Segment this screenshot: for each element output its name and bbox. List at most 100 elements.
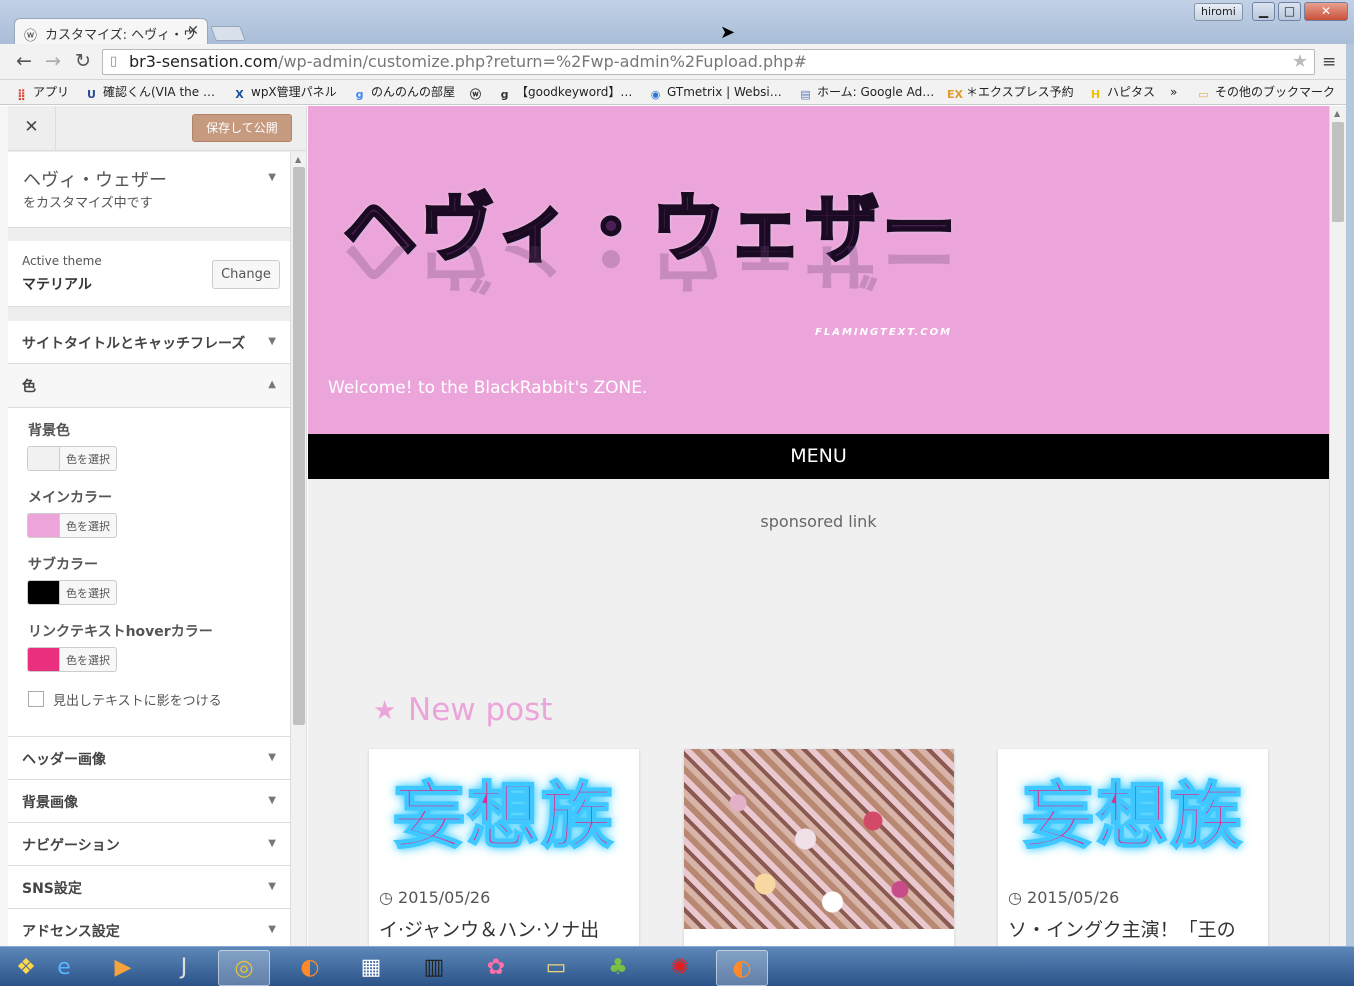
post-title[interactable]: イ·ジャンウ＆ハン·ソナ出	[379, 915, 599, 942]
forward-arrow-icon[interactable]: →	[42, 50, 64, 72]
page-icon: ▯	[110, 54, 118, 69]
media-player-icon[interactable]: ▶	[97, 950, 149, 986]
chrome-menu-icon[interactable]: ≡	[1322, 52, 1336, 72]
bookmark-item[interactable]: ⓦ	[468, 83, 487, 102]
close-tab-icon[interactable]: ✕	[187, 23, 199, 39]
logo-watermark: FLAMINGTEXT.COM	[815, 327, 953, 338]
bookmark-item[interactable]: H ハピタス	[1088, 83, 1155, 102]
customizer-sidebar: ✕ 保存して公開 ヘヴィ・ウェザー をカスタマイズ中です ▼ Active th…	[0, 106, 307, 946]
site-header: ヘヴィ・ウェザー ヘヴィ・ウェザー FLAMINGTEXT.COM Welcom…	[308, 106, 1329, 434]
theme-name: マテリアル	[22, 277, 92, 293]
site-tagline: Welcome! to the BlackRabbit's ZONE.	[328, 378, 648, 398]
menu-bar[interactable]: MENU	[308, 434, 1329, 479]
bookmark-label: その他のブックマーク	[1215, 85, 1336, 99]
minimize-button[interactable]: ▁	[1252, 2, 1275, 21]
scroll-up-icon[interactable]: ▲	[295, 155, 301, 164]
color-control-label: メインカラー	[28, 490, 112, 506]
reload-icon[interactable]: ↻	[72, 50, 94, 72]
sub-color-picker[interactable]: 色を選択	[27, 580, 117, 605]
window-close-button[interactable]: ✕	[1304, 2, 1348, 21]
section-label: ヘッダー画像	[22, 752, 106, 768]
maximize-button[interactable]: □	[1278, 2, 1301, 21]
chevron-down-icon: ▼	[268, 752, 276, 763]
bookmark-label: wpX管理パネル	[251, 85, 337, 99]
calendar-321-icon[interactable]: ▦	[345, 950, 397, 986]
preview-scrollbar[interactable]: ▲	[1329, 106, 1346, 946]
main-color-picker[interactable]: 色を選択	[27, 513, 117, 538]
theme-section: Active theme マテリアル Change	[8, 241, 290, 307]
firefox-icon[interactable]: ◐	[284, 950, 336, 986]
internet-explorer-icon[interactable]: e	[38, 950, 90, 986]
post-title[interactable]: ソ・イングク主演！「王の	[1008, 915, 1236, 942]
color-control-label: リンクテキストhoverカラー	[28, 624, 213, 640]
bookmark-item[interactable]: ◉ GTmetrix | Websi…	[648, 83, 782, 102]
section-navigation[interactable]: ナビゲーション ▼	[8, 823, 290, 866]
change-theme-button[interactable]: Change	[212, 260, 280, 289]
post-card[interactable]	[684, 749, 954, 946]
bookmark-item[interactable]: g のんのんの部屋	[352, 83, 455, 102]
address-bar[interactable]: ▯ br3-sensation.com/wp-admin/customize.p…	[102, 49, 1315, 75]
j-app-icon[interactable]: J	[158, 950, 210, 986]
link-hover-color-picker[interactable]: 色を選択	[27, 647, 117, 672]
section-label: サイトタイトルとキャッチフレーズ	[22, 336, 246, 352]
bookmark-item[interactable]: EX ＊エクスプレス予約	[947, 83, 1074, 102]
bookmark-star-icon[interactable]: ★	[1292, 51, 1308, 72]
scroll-up-icon[interactable]: ▲	[1334, 109, 1340, 118]
bookmark-item[interactable]: ▭ その他のブックマーク	[1196, 83, 1335, 102]
post-card[interactable]: 妄想族 FLAMINGTEXT.COM ◷ 2015/05/26 ソ・イングク主…	[998, 749, 1268, 946]
clock-icon: ◷	[379, 888, 399, 907]
bookmark-label: GTmetrix | Websi…	[667, 85, 782, 99]
post-thumbnail-text: 妄想族	[392, 773, 615, 859]
bookmark-label: のんのんの部屋	[371, 85, 456, 99]
pineapple-icon[interactable]: ♣	[592, 950, 644, 986]
scrollbar-thumb[interactable]	[1332, 122, 1344, 222]
close-customizer-icon[interactable]: ✕	[8, 106, 56, 151]
heading-shadow-checkbox[interactable]	[28, 691, 44, 707]
scrollbar-thumb[interactable]	[293, 167, 305, 725]
browser-tab[interactable]: ⓦ カスタマイズ: ヘヴィ・ウ ✕	[14, 18, 208, 45]
section-header-image[interactable]: ヘッダー画像 ▼	[8, 737, 290, 780]
save-and-publish-button[interactable]: 保存して公開	[192, 114, 292, 142]
bookmark-item[interactable]: U 確認くん(VIA the …	[84, 83, 215, 102]
section-colors-header[interactable]: 色 ▲	[8, 364, 290, 408]
file-explorer-icon[interactable]: ▭	[530, 950, 582, 986]
picasa-icon[interactable]: ✿	[470, 950, 522, 986]
color-swatch	[28, 447, 60, 470]
browser-toolbar: ← → ↻ ▯ br3-sensation.com/wp-admin/custo…	[0, 44, 1354, 80]
new-tab-button[interactable]	[210, 26, 246, 41]
bookmark-item[interactable]: ▤ ホーム: Google Ad…	[798, 83, 934, 102]
thumbnail-watermark: FLAMINGTEXT.COM	[1152, 861, 1264, 871]
background-color-picker[interactable]: 色を選択	[27, 446, 117, 471]
bookmark-item[interactable]: »	[1170, 83, 1177, 102]
section-adsense[interactable]: アドセンス設定 ▼	[8, 909, 290, 946]
firefox-icon[interactable]: ◐	[716, 950, 768, 986]
section-background-image[interactable]: 背景画像 ▼	[8, 780, 290, 823]
bookmark-item[interactable]: XwpX管理パネル	[232, 83, 337, 102]
section-sns[interactable]: SNS設定 ▼	[8, 866, 290, 909]
chrome-icon[interactable]: ◎	[218, 950, 270, 986]
color-swatch	[28, 514, 60, 537]
bookmark-item[interactable]: g 【goodkeyword】…	[497, 83, 633, 102]
window-border	[1346, 44, 1354, 946]
tab-title: カスタマイズ: ヘヴィ・ウ	[45, 28, 197, 43]
wordpress-icon: ⓦ	[24, 29, 38, 44]
sidebar-edge	[0, 106, 8, 946]
apps-grid-icon: ⣿	[17, 88, 26, 101]
bookmark-item[interactable]: ⣿ アプリ	[14, 83, 69, 102]
back-arrow-icon[interactable]: ←	[13, 50, 35, 72]
bookmark-label: ハピタス	[1107, 85, 1156, 99]
profile-badge[interactable]: hiromi	[1194, 3, 1243, 21]
bookmark-label: »	[1170, 85, 1178, 99]
wordpress-icon: ⓦ	[470, 88, 481, 101]
film-icon[interactable]: ▥	[408, 950, 460, 986]
post-card[interactable]: 妄想族 FLAMINGTEXT.COM ◷ 2015/05/26 イ·ジャンウ＆…	[369, 749, 639, 946]
logo-reflection: ヘヴィ・ウェザー	[343, 246, 959, 299]
sponsored-label: sponsored link	[760, 512, 877, 531]
section-site-title[interactable]: サイトタイトルとキャッチフレーズ ▼	[8, 321, 290, 364]
sidebar-scrollbar[interactable]: ▲	[290, 153, 306, 946]
chevron-down-icon: ▼	[268, 795, 276, 806]
chevron-down-icon[interactable]: ▼	[268, 172, 276, 183]
paint-splat-icon[interactable]: ✺	[654, 950, 706, 986]
customizer-header: ✕ 保存して公開	[8, 106, 306, 151]
customizing-label: をカスタマイズ中です	[23, 196, 153, 211]
